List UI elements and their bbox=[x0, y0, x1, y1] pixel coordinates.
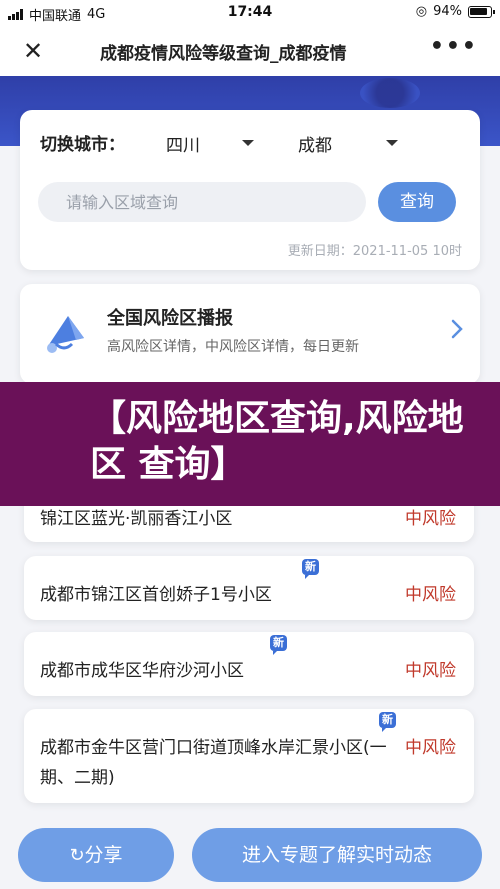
risk-level: 中风险 bbox=[405, 661, 456, 681]
page-title: 成都疫情风险等级查询_成都疫情 bbox=[100, 39, 410, 64]
risk-level: 中风险 bbox=[405, 509, 456, 529]
update-date: 更新日期：2021-11-05 10时 bbox=[287, 244, 462, 259]
list-item[interactable]: 新 成都市锦江区首创娇子1号小区 中风险 bbox=[24, 556, 474, 620]
megaphone-icon bbox=[47, 316, 84, 353]
city-select[interactable]: 成都 bbox=[298, 131, 332, 156]
share-button[interactable]: ↻分享 bbox=[18, 828, 174, 882]
enter-topic-button[interactable]: 进入专题了解实时动态 bbox=[192, 828, 482, 882]
battery-icon bbox=[468, 5, 495, 18]
broadcast-title: 全国风险区播报 bbox=[107, 308, 233, 329]
new-badge: 新 bbox=[270, 635, 287, 655]
area-name: 锦江区蓝光·凯丽香江小区 bbox=[40, 509, 233, 529]
refresh-icon: ↻ bbox=[69, 845, 85, 866]
new-badge: 新 bbox=[379, 712, 396, 732]
share-label: 分享 bbox=[84, 844, 123, 866]
battery-percent: 94% bbox=[433, 4, 462, 19]
query-button[interactable]: 查询 bbox=[378, 182, 456, 222]
status-right: ◎ 94% bbox=[415, 4, 495, 19]
province-select[interactable]: 四川 bbox=[166, 131, 200, 156]
more-icon[interactable]: ••• bbox=[430, 34, 478, 59]
list-item[interactable]: 新 成都市金牛区营门口街道顶峰水岸汇景小区(一期、二期) 中风险 bbox=[24, 709, 474, 803]
topic-label: 进入专题了解实时动态 bbox=[241, 844, 432, 866]
area-name: 成都市成华区华府沙河小区 bbox=[40, 661, 244, 681]
national-risk-broadcast[interactable]: 全国风险区播报 高风险区详情，中风险区详情，每日更新 bbox=[20, 284, 480, 384]
switch-city-label: 切换城市： bbox=[40, 135, 125, 155]
list-item[interactable]: 新 成都市成华区华府沙河小区 中风险 bbox=[24, 632, 474, 696]
overlay-text: 【风险地区查询,风险地区 查询】 bbox=[90, 398, 464, 485]
area-search-input[interactable] bbox=[38, 182, 366, 222]
broadcast-subtitle: 高风险区详情，中风险区详情，每日更新 bbox=[107, 339, 359, 355]
new-badge: 新 bbox=[302, 559, 319, 579]
risk-level: 中风险 bbox=[405, 585, 456, 605]
area-name: 成都市金牛区营门口街道顶峰水岸汇景小区(一期、二期) bbox=[40, 738, 387, 788]
chevron-right-icon bbox=[451, 319, 463, 339]
chevron-down-icon[interactable] bbox=[386, 140, 398, 146]
risk-level: 中风险 bbox=[405, 738, 456, 758]
virus-illustration bbox=[360, 78, 420, 108]
nav-bar: ✕ 成都疫情风险等级查询_成都疫情 ••• bbox=[0, 26, 500, 76]
area-name: 成都市锦江区首创娇子1号小区 bbox=[40, 585, 272, 605]
chevron-down-icon[interactable] bbox=[242, 140, 254, 146]
close-icon[interactable]: ✕ bbox=[20, 38, 46, 64]
location-icon: ◎ bbox=[415, 4, 428, 19]
overlay-caption: 【风险地区查询,风险地区 查询】 bbox=[0, 382, 500, 506]
city-selector-card: 切换城市： 四川 成都 查询 更新日期：2021-11-05 10时 bbox=[20, 110, 480, 270]
status-bar: 中国联通 4G 17:44 ◎ 94% bbox=[0, 0, 500, 26]
